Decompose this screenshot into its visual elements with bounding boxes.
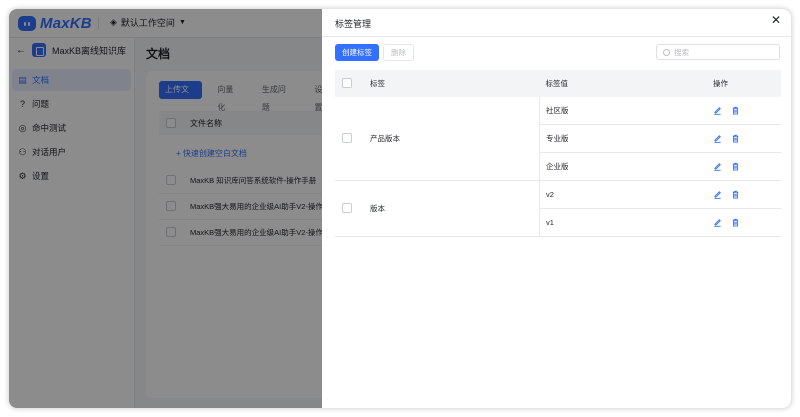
- search-icon: [663, 48, 670, 56]
- edit-icon[interactable]: [713, 162, 722, 171]
- edit-icon[interactable]: [713, 106, 722, 115]
- delete-icon[interactable]: [731, 106, 740, 115]
- delete-button[interactable]: 删除: [383, 44, 414, 61]
- column-action: 操作: [707, 70, 781, 97]
- tag-value: 专业版: [539, 124, 707, 153]
- table-row: 产品版本 社区版: [335, 97, 781, 181]
- search-box[interactable]: [656, 44, 780, 60]
- row-checkbox[interactable]: [342, 132, 352, 143]
- column-tag-value: 标签值: [539, 70, 707, 97]
- column-tag: 标签: [365, 70, 540, 97]
- search-input[interactable]: [674, 47, 769, 57]
- drawer-title: 标签管理: [335, 19, 372, 29]
- select-all-checkbox[interactable]: [342, 77, 352, 88]
- delete-icon[interactable]: [731, 190, 740, 199]
- delete-icon[interactable]: [731, 218, 740, 227]
- table-header: 标签 标签值 操作: [335, 70, 781, 97]
- delete-icon[interactable]: [731, 162, 740, 171]
- close-icon[interactable]: ✕: [771, 13, 781, 27]
- edit-icon[interactable]: [713, 218, 722, 227]
- divider: [322, 36, 791, 37]
- tag-value: 企业版: [539, 152, 707, 181]
- delete-icon[interactable]: [731, 134, 740, 143]
- tag-table: 标签 标签值 操作 产品版本 社区版 专业版 企业版 版本 v2 v1: [335, 70, 781, 237]
- edit-icon[interactable]: [713, 190, 722, 199]
- tag-value: 社区版: [539, 97, 707, 125]
- table-row: 版本 v2: [335, 180, 781, 237]
- tag-value: v1: [539, 208, 707, 237]
- tag-management-drawer: 标签管理 ✕ 创建标签 删除 标签 标签值 操作 产品版本 社: [322, 9, 791, 408]
- tag-name: 产品版本: [365, 97, 540, 181]
- create-tag-button[interactable]: 创建标签: [335, 44, 379, 61]
- row-checkbox[interactable]: [342, 202, 352, 213]
- tag-name: 版本: [365, 180, 540, 237]
- edit-icon[interactable]: [713, 134, 722, 143]
- app-window: MaxKB ◈ 默认工作空间 ▼ ← MaxKB离线知识库 ▤ 文档 ? 问题 …: [9, 9, 791, 408]
- tag-value: v2: [539, 180, 707, 209]
